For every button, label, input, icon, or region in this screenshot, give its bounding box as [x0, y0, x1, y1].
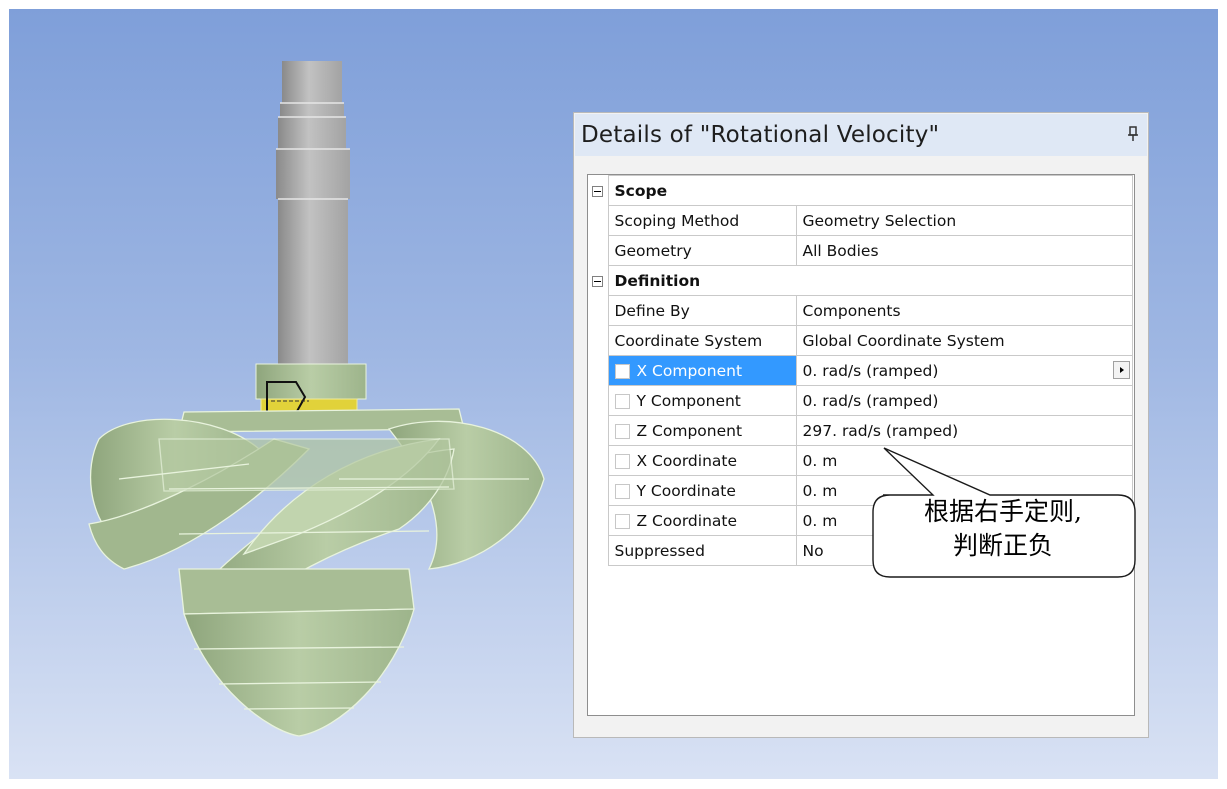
annotation-text: 根据右手定则, 判断正负	[872, 495, 1134, 563]
x-coordinate-value[interactable]: 0. m	[795, 445, 1133, 476]
table-row[interactable]: Scoping Method Geometry Selection	[588, 205, 1133, 236]
property-label-text: Y Coordinate	[636, 481, 736, 500]
table-row[interactable]: Coordinate System Global Coordinate Syst…	[588, 325, 1133, 356]
graphics-viewport[interactable]: Details of "Rotational Velocity" Scope S…	[9, 9, 1218, 779]
details-panel-header: Details of "Rotational Velocity"	[575, 114, 1147, 156]
parameter-checkbox[interactable]	[614, 483, 630, 499]
parameter-checkbox[interactable]	[614, 393, 630, 409]
table-row[interactable]: Z Component 297. rad/s (ramped)	[588, 415, 1133, 446]
collapse-scope-icon[interactable]	[588, 175, 609, 206]
y-component-value[interactable]: 0. rad/s (ramped)	[795, 385, 1133, 416]
parameter-checkbox[interactable]	[614, 423, 630, 439]
y-coordinate-label: Y Coordinate	[607, 475, 797, 506]
property-label-text: Z Coordinate	[636, 511, 738, 530]
property-label-text: Z Component	[636, 421, 743, 440]
z-coordinate-label: Z Coordinate	[607, 505, 797, 536]
property-label: Geometry	[607, 235, 797, 266]
details-grid: Scope Scoping Method Geometry Selection …	[587, 174, 1135, 716]
table-row[interactable]: Y Component 0. rad/s (ramped)	[588, 385, 1133, 416]
pin-icon[interactable]	[1127, 126, 1139, 142]
y-component-label: Y Component	[607, 385, 797, 416]
z-component-label: Z Component	[607, 415, 797, 446]
table-row[interactable]: X Component 0. rad/s (ramped)	[588, 355, 1133, 386]
annotation-line-1: 根据右手定则,	[924, 497, 1082, 526]
x-component-label[interactable]: X Component	[607, 355, 797, 386]
property-label-text: X Coordinate	[636, 451, 738, 470]
parameter-checkbox[interactable]	[614, 363, 630, 379]
group-label-definition: Definition	[607, 265, 1133, 296]
property-label: Suppressed	[607, 535, 797, 566]
impeller-3d-model[interactable]	[9, 9, 569, 779]
annotation-line-2: 判断正负	[952, 531, 1053, 560]
details-panel-title: Details of "Rotational Velocity"	[581, 122, 940, 148]
property-label: Scoping Method	[607, 205, 797, 236]
shaft	[276, 61, 350, 369]
impeller-blades	[88, 408, 545, 737]
scoping-method-value[interactable]: Geometry Selection	[795, 205, 1133, 236]
parameter-checkbox[interactable]	[614, 513, 630, 529]
property-label-text: Y Component	[636, 391, 741, 410]
value-dropdown-arrow-icon[interactable]	[1112, 361, 1130, 379]
collapse-definition-icon[interactable]	[588, 265, 609, 296]
property-label: Define By	[607, 295, 797, 326]
group-label-scope: Scope	[607, 175, 1133, 206]
details-panel: Details of "Rotational Velocity" Scope S…	[573, 112, 1149, 738]
table-row[interactable]: X Coordinate 0. m	[588, 445, 1133, 476]
coordinate-system-value[interactable]: Global Coordinate System	[795, 325, 1133, 356]
x-component-value[interactable]: 0. rad/s (ramped)	[795, 355, 1133, 386]
table-row[interactable]: Define By Components	[588, 295, 1133, 326]
x-coordinate-label: X Coordinate	[607, 445, 797, 476]
value-text: 0. rad/s (ramped)	[802, 361, 939, 380]
define-by-value[interactable]: Components	[795, 295, 1133, 326]
group-row-scope[interactable]: Scope	[588, 175, 1133, 206]
group-row-definition[interactable]: Definition	[588, 265, 1133, 296]
property-label-text: X Component	[636, 361, 743, 380]
table-row[interactable]: Geometry All Bodies	[588, 235, 1133, 266]
geometry-value[interactable]: All Bodies	[795, 235, 1133, 266]
parameter-checkbox[interactable]	[614, 453, 630, 469]
property-label: Coordinate System	[607, 325, 797, 356]
z-component-value[interactable]: 297. rad/s (ramped)	[795, 415, 1133, 446]
